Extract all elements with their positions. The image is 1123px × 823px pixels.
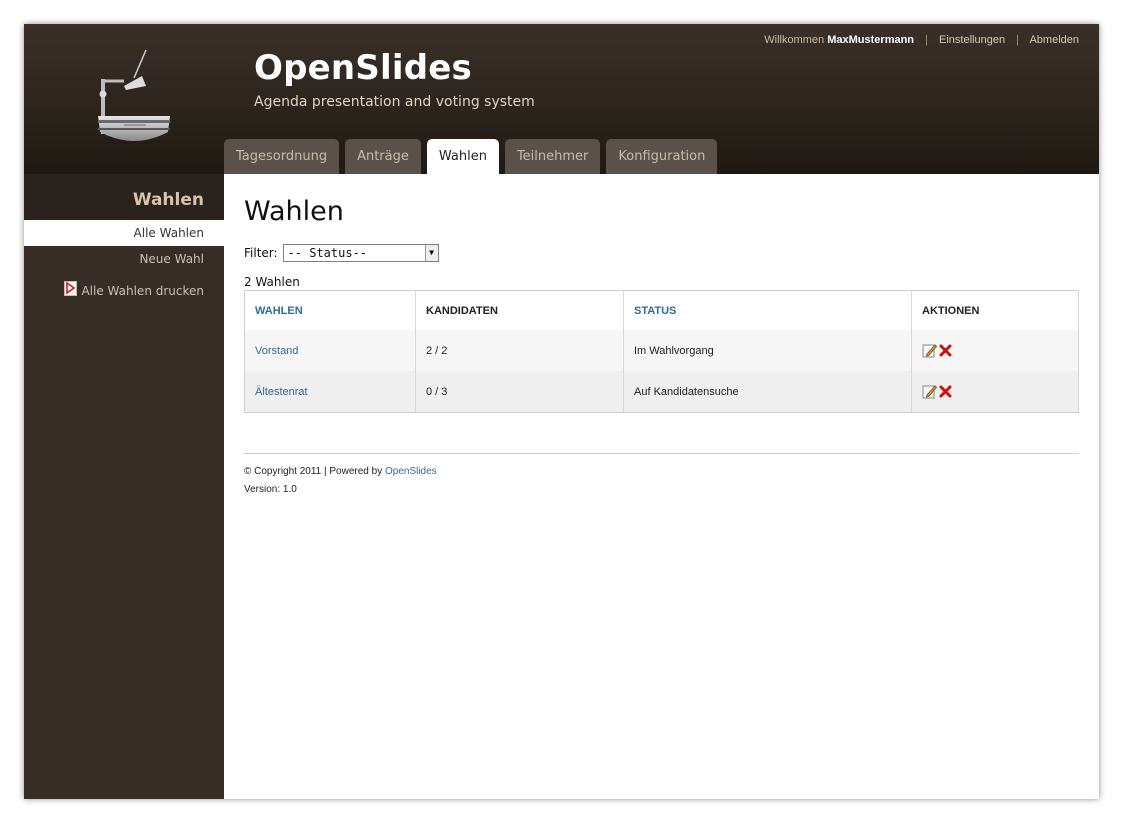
tab-konfiguration[interactable]: Konfiguration <box>606 139 718 174</box>
edit-icon[interactable] <box>922 343 937 358</box>
table-header-row: WAHLEN KANDIDATEN STATUS AKTIONEN <box>244 290 1079 330</box>
status-cell: Im Wahlvorgang <box>623 330 912 371</box>
status-filter-value: -- Status-- <box>287 246 368 260</box>
tab-teilnehmer[interactable]: Teilnehmer <box>504 139 601 174</box>
main-tabs: Tagesordnung Anträge Wahlen Teilnehmer K… <box>224 139 723 174</box>
sidebar: Wahlen Alle Wahlen Neue Wahl Alle Wahlen… <box>24 174 224 799</box>
welcome-text: Willkommen <box>764 34 825 46</box>
table-row: Vorstand 2 / 2 Im Wahlvorgang <box>244 330 1079 371</box>
election-name-cell: Vorstand <box>244 330 416 371</box>
separator: | <box>925 34 928 46</box>
chevron-down-icon: ▼ <box>424 245 438 261</box>
column-header-wahlen[interactable]: WAHLEN <box>244 290 416 330</box>
sidebar-item-label: Alle Wahlen drucken <box>81 284 204 298</box>
browser-page: OpenSlides Agenda presentation and votin… <box>24 24 1099 799</box>
copyright-text: © Copyright 2011 | Powered by <box>244 466 383 477</box>
version-text: Version: 1.0 <box>244 484 297 495</box>
footer: © Copyright 2011 | Powered by OpenSlides… <box>244 463 1079 499</box>
column-header-kandidaten: KANDIDATEN <box>415 290 624 330</box>
status-filter-select[interactable]: -- Status-- ▼ <box>282 244 439 262</box>
elections-table: WAHLEN KANDIDATEN STATUS AKTIONEN Vorsta… <box>244 290 1079 413</box>
election-link[interactable]: Vorstand <box>255 345 298 357</box>
user-navigation: Willkommen MaxMustermann | Einstellungen… <box>764 34 1079 46</box>
page-title: Wahlen <box>244 196 344 227</box>
delete-icon[interactable] <box>939 385 952 398</box>
site-title: OpenSlides <box>254 48 472 88</box>
sidebar-item-neue-wahl[interactable]: Neue Wahl <box>24 246 224 272</box>
username: MaxMustermann <box>827 34 915 46</box>
status-cell: Auf Kandidatensuche <box>623 371 912 413</box>
sidebar-item-alle-wahlen-drucken[interactable]: Alle Wahlen drucken <box>24 272 224 308</box>
result-count: 2 Wahlen <box>244 275 300 289</box>
site-subtitle: Agenda presentation and voting system <box>254 94 535 110</box>
sidebar-heading: Wahlen <box>24 174 224 220</box>
actions-cell <box>911 371 1079 413</box>
delete-icon[interactable] <box>939 344 952 357</box>
openslides-link[interactable]: OpenSlides <box>385 466 437 477</box>
actions-cell <box>911 330 1079 371</box>
pdf-icon <box>64 281 78 296</box>
edit-icon[interactable] <box>922 384 937 399</box>
column-header-aktionen: AKTIONEN <box>911 290 1079 330</box>
settings-link[interactable]: Einstellungen <box>939 34 1005 46</box>
election-link[interactable]: Ältestenrat <box>255 386 308 398</box>
filter-label: Filter: <box>244 246 278 260</box>
filter-row: Filter: -- Status-- ▼ <box>244 244 1079 262</box>
tab-antraege[interactable]: Anträge <box>345 139 421 174</box>
main-content: Wahlen Filter: -- Status-- ▼ 2 Wahlen WA… <box>244 174 1079 499</box>
table-row: Ältestenrat 0 / 3 Auf Kandidatensuche <box>244 371 1079 413</box>
column-header-status[interactable]: STATUS <box>623 290 912 330</box>
candidates-cell: 0 / 3 <box>415 371 624 413</box>
overhead-projector-logo-icon <box>98 49 170 141</box>
logout-link[interactable]: Abmelden <box>1029 34 1079 46</box>
tab-tagesordnung[interactable]: Tagesordnung <box>224 139 340 174</box>
site-header: OpenSlides Agenda presentation and votin… <box>24 24 1099 174</box>
election-name-cell: Ältestenrat <box>244 371 416 413</box>
copyright-line: © Copyright 2011 | Powered by OpenSlides <box>244 463 1079 481</box>
footer-divider <box>244 453 1079 454</box>
separator: | <box>1016 34 1019 46</box>
candidates-cell: 2 / 2 <box>415 330 624 371</box>
sidebar-item-alle-wahlen[interactable]: Alle Wahlen <box>24 220 224 246</box>
tab-wahlen[interactable]: Wahlen <box>426 139 499 174</box>
